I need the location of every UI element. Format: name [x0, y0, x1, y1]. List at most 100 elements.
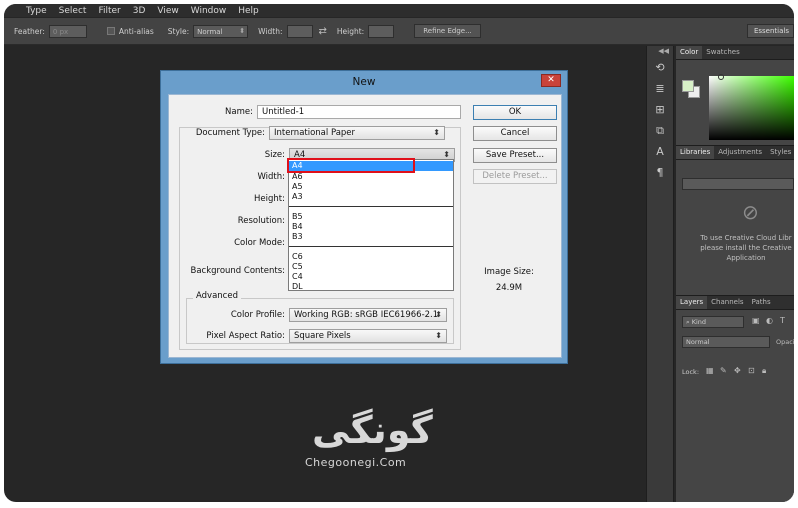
layers-panel: ⌕ Kind ▣ ◐ T Normal Opaci Lock: ▦ ✎ ✥ ⊡ …	[676, 310, 794, 502]
background-contents-label: Background Contents:	[190, 266, 285, 276]
annotation-highlight-box	[287, 158, 415, 173]
close-button[interactable]: ✕	[541, 74, 561, 87]
color-picker-marker[interactable]	[718, 74, 724, 80]
layer-filter-kind-label: Kind	[691, 318, 707, 326]
opacity-label: Opaci	[776, 338, 794, 346]
image-size-label: Image Size:	[484, 267, 534, 277]
watermark-url: Chegoonegi.Com	[305, 456, 407, 469]
tab-color[interactable]: Color	[676, 46, 703, 59]
photoshop-window: Type Select Filter 3D View Window Help F…	[4, 4, 794, 502]
tab-styles[interactable]: Styles	[766, 146, 794, 159]
color-picker-field[interactable]	[709, 76, 794, 140]
chevron-updown-icon: ⬍	[433, 128, 440, 137]
libraries-panel-tabs: Libraries Adjustments Styles	[676, 146, 794, 160]
feather-input[interactable]: 0 px	[48, 24, 87, 38]
tab-layers[interactable]: Layers	[676, 296, 708, 309]
lock-image-icon[interactable]: ✎	[720, 366, 727, 375]
document-type-label: Document Type:	[189, 128, 265, 138]
style-label: Style:	[167, 26, 190, 36]
character-icon[interactable]: A	[652, 144, 668, 160]
chevron-updown-icon: ⬍	[435, 310, 442, 319]
color-panel	[676, 60, 794, 146]
pixel-aspect-select[interactable]: Square Pixels ⬍	[289, 329, 447, 343]
document-type-select[interactable]: International Paper ⬍	[269, 126, 445, 140]
libraries-dropdown[interactable]	[682, 178, 794, 190]
size-option-c6[interactable]: C6	[292, 252, 303, 261]
height-label: Height:	[336, 26, 365, 36]
libraries-message: To use Creative Cloud Libr please instal…	[676, 233, 794, 263]
size-option-b4[interactable]: B4	[292, 222, 303, 231]
options-bar: Feather: 0 px Anti-alias Style: Normal W…	[4, 18, 794, 45]
workspace-button[interactable]: Essentials	[746, 24, 794, 38]
delete-preset-button: Delete Preset...	[473, 169, 557, 184]
color-panel-tabs: Color Swatches	[676, 46, 794, 60]
layer-filter-kind[interactable]: ⌕ Kind	[682, 316, 744, 328]
chevron-updown-icon: ⬍	[443, 150, 450, 159]
lock-label: Lock:	[682, 368, 700, 376]
menu-help[interactable]: Help	[232, 6, 265, 16]
foreground-color-swatch[interactable]	[682, 80, 694, 92]
resolution-label: Resolution:	[237, 216, 285, 226]
style-select[interactable]: Normal	[193, 24, 249, 38]
size-option-b5[interactable]: B5	[292, 212, 303, 221]
type-filter-icon[interactable]: T	[780, 316, 785, 325]
menu-view[interactable]: View	[151, 6, 184, 16]
lock-all-icon[interactable]: 🔒︎	[762, 366, 766, 376]
tab-adjustments[interactable]: Adjustments	[714, 146, 766, 159]
tab-channels[interactable]: Channels	[707, 296, 747, 309]
lock-position-icon[interactable]: ✥	[734, 366, 741, 375]
blend-mode-select[interactable]: Normal	[682, 336, 770, 348]
image-filter-icon[interactable]: ▣	[752, 316, 760, 325]
tab-swatches[interactable]: Swatches	[702, 46, 743, 59]
size-label: Size:	[264, 150, 285, 160]
libraries-message-line: please install the Creative	[700, 244, 792, 252]
artboard-icon[interactable]: ⊡	[748, 366, 755, 375]
adjustments-icon[interactable]: ⊞	[652, 102, 668, 118]
collapse-icon[interactable]: ◀◀	[647, 47, 673, 55]
site-watermark: گونگی Chegoonegi.Com	[302, 408, 482, 474]
color-profile-select[interactable]: Working RGB: sRGB IEC61966-2.1 ⬍	[289, 308, 447, 322]
size-option-a6[interactable]: A6	[292, 172, 303, 181]
menu-type[interactable]: Type	[20, 6, 53, 16]
menu-bar: Type Select Filter 3D View Window Help	[4, 4, 794, 17]
menu-3d[interactable]: 3D	[127, 6, 152, 16]
cancel-button[interactable]: Cancel	[473, 126, 557, 141]
tab-paths[interactable]: Paths	[748, 296, 775, 309]
antialias-checkbox[interactable]	[106, 27, 115, 35]
ok-button[interactable]: OK	[473, 105, 557, 120]
tab-libraries[interactable]: Libraries	[676, 146, 715, 159]
size-option-c5[interactable]: C5	[292, 262, 303, 271]
height-input[interactable]	[368, 24, 395, 38]
libraries-message-line: To use Creative Cloud Libr	[700, 234, 792, 242]
properties-icon[interactable]: ≣	[652, 81, 668, 97]
width-input[interactable]	[286, 24, 313, 38]
app-logo	[4, 4, 20, 17]
antialias-label: Anti-alias	[118, 26, 154, 36]
advanced-toggle[interactable]: Advanced	[193, 291, 241, 301]
name-input[interactable]: Untitled-1	[257, 105, 461, 119]
refine-edge-button[interactable]: Refine Edge...	[414, 24, 481, 38]
dialog-title: New	[352, 76, 376, 88]
swap-icon[interactable]: ⇄	[319, 26, 327, 37]
layers-panel-tabs: Layers Channels Paths	[676, 296, 794, 310]
history-icon[interactable]: ⟲	[652, 60, 668, 76]
menu-filter[interactable]: Filter	[92, 6, 126, 16]
save-preset-button[interactable]: Save Preset...	[473, 148, 557, 163]
feather-label: Feather:	[14, 26, 45, 36]
paragraph-icon[interactable]: ¶	[652, 165, 668, 181]
size-option-c4[interactable]: C4	[292, 272, 303, 281]
size-option-dl[interactable]: DL	[292, 282, 303, 291]
list-separator	[289, 246, 453, 247]
menu-select[interactable]: Select	[53, 6, 93, 16]
lock-pixels-icon[interactable]: ▦	[706, 366, 714, 375]
size-option-b3[interactable]: B3	[292, 232, 303, 241]
panel-toolstrip: ◀◀ ⟲ ≣ ⊞ ⧉ A ¶	[646, 46, 674, 502]
color-mode-label: Color Mode:	[234, 238, 285, 248]
size-option-a3[interactable]: A3	[292, 192, 303, 201]
size-option-a5[interactable]: A5	[292, 182, 303, 191]
pixel-aspect-value: Square Pixels	[294, 331, 351, 341]
paths-icon[interactable]: ⧉	[652, 123, 668, 139]
right-panels: Color Swatches Libraries Adjustments Sty…	[676, 46, 794, 502]
menu-window[interactable]: Window	[185, 6, 233, 16]
adjustment-filter-icon[interactable]: ◐	[766, 316, 773, 325]
